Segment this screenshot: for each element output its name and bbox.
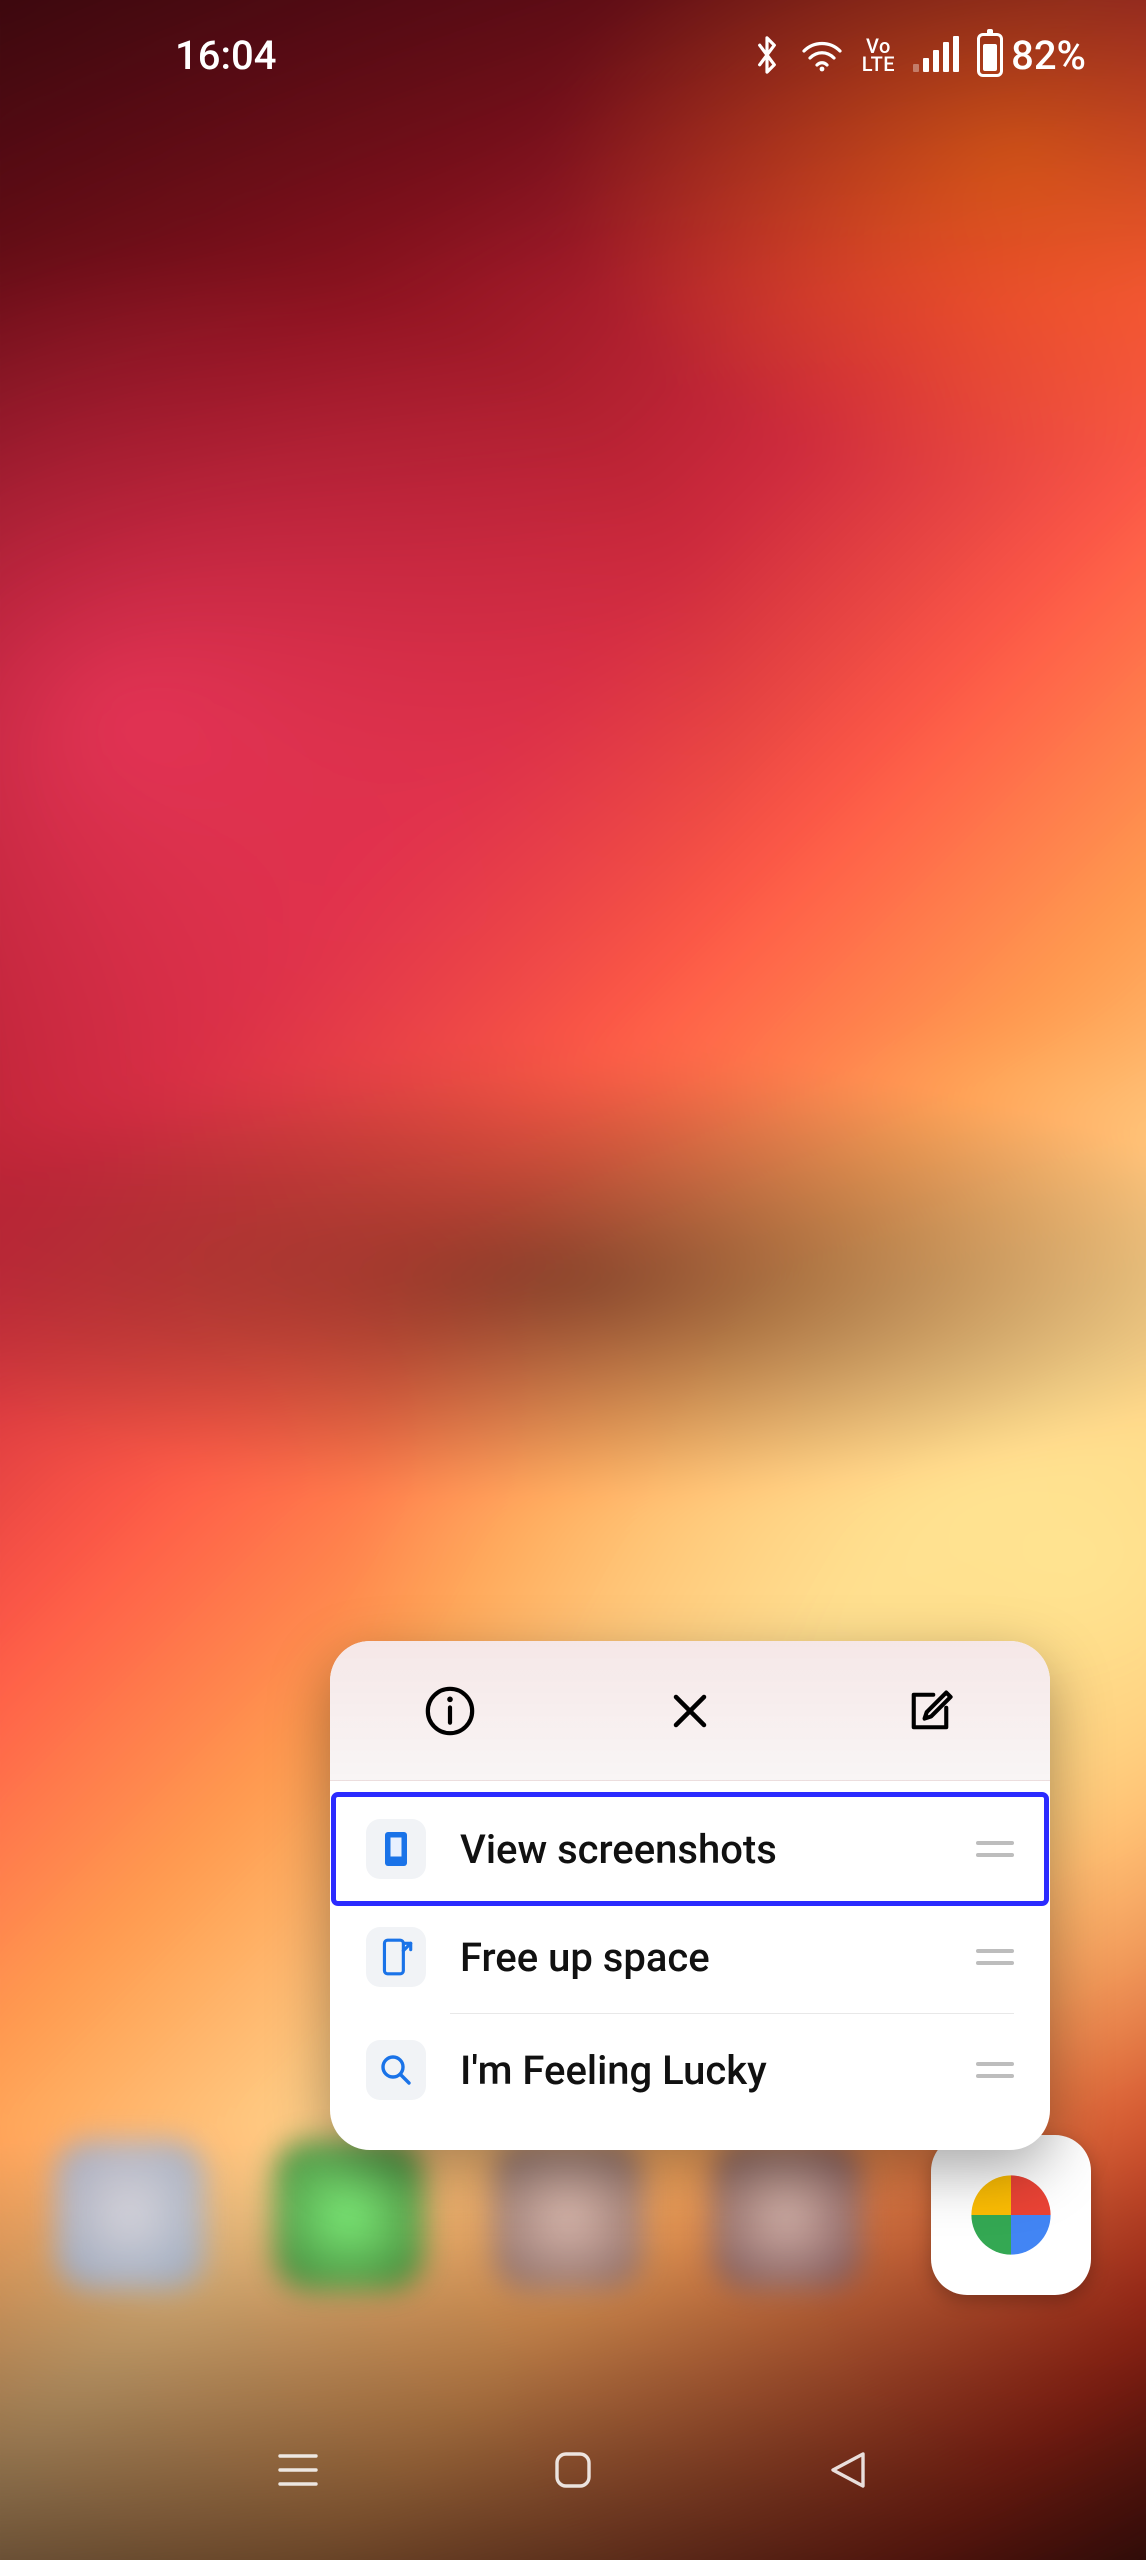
dock-app-blurred (712, 2140, 862, 2290)
app-shortcut-popup: View screenshots Free up space (330, 1641, 1050, 2150)
edit-button[interactable] (895, 1676, 965, 1746)
drag-handle-icon[interactable] (976, 1949, 1014, 1965)
battery-icon (977, 33, 1003, 77)
free-space-icon (366, 1927, 426, 1987)
home-button[interactable] (538, 2435, 608, 2505)
divider (450, 2013, 1014, 2014)
popup-header (330, 1641, 1050, 1781)
status-right: Vo LTE 82% (752, 32, 1086, 79)
shortcut-free-up-space[interactable]: Free up space (330, 1903, 1050, 2011)
battery-percent: 82% (1011, 32, 1086, 79)
app-info-button[interactable] (415, 1676, 485, 1746)
shortcut-label: I'm Feeling Lucky (460, 2047, 942, 2094)
volte-indicator: Vo LTE (862, 37, 895, 73)
dock-app-blurred (55, 2140, 205, 2290)
battery-indicator: 82% (977, 32, 1086, 79)
drag-handle-icon[interactable] (976, 1841, 1014, 1857)
screenshot-icon (366, 1819, 426, 1879)
cell-signal-icon (913, 38, 959, 72)
bluetooth-icon (752, 33, 782, 77)
close-button[interactable] (655, 1676, 725, 1746)
system-nav-bar (0, 2420, 1146, 2520)
status-bar: 16:04 Vo LTE 82% (0, 0, 1146, 110)
dock-app-blurred (493, 2140, 643, 2290)
google-photos-app-icon[interactable] (931, 2135, 1091, 2295)
search-icon (366, 2040, 426, 2100)
dock (0, 2130, 1146, 2300)
volte-bottom: LTE (862, 55, 895, 73)
back-button[interactable] (813, 2435, 883, 2505)
dock-app-blurred (274, 2140, 424, 2290)
shortcut-feeling-lucky[interactable]: I'm Feeling Lucky (330, 2016, 1050, 2124)
recent-apps-button[interactable] (263, 2435, 333, 2505)
popup-body: View screenshots Free up space (330, 1781, 1050, 2150)
shortcut-label: View screenshots (460, 1826, 942, 1873)
wifi-icon (800, 37, 844, 73)
shortcut-view-screenshots[interactable]: View screenshots (334, 1795, 1046, 1903)
shortcut-label: Free up space (460, 1934, 942, 1981)
drag-handle-icon[interactable] (976, 2062, 1014, 2078)
status-time: 16:04 (175, 32, 276, 79)
